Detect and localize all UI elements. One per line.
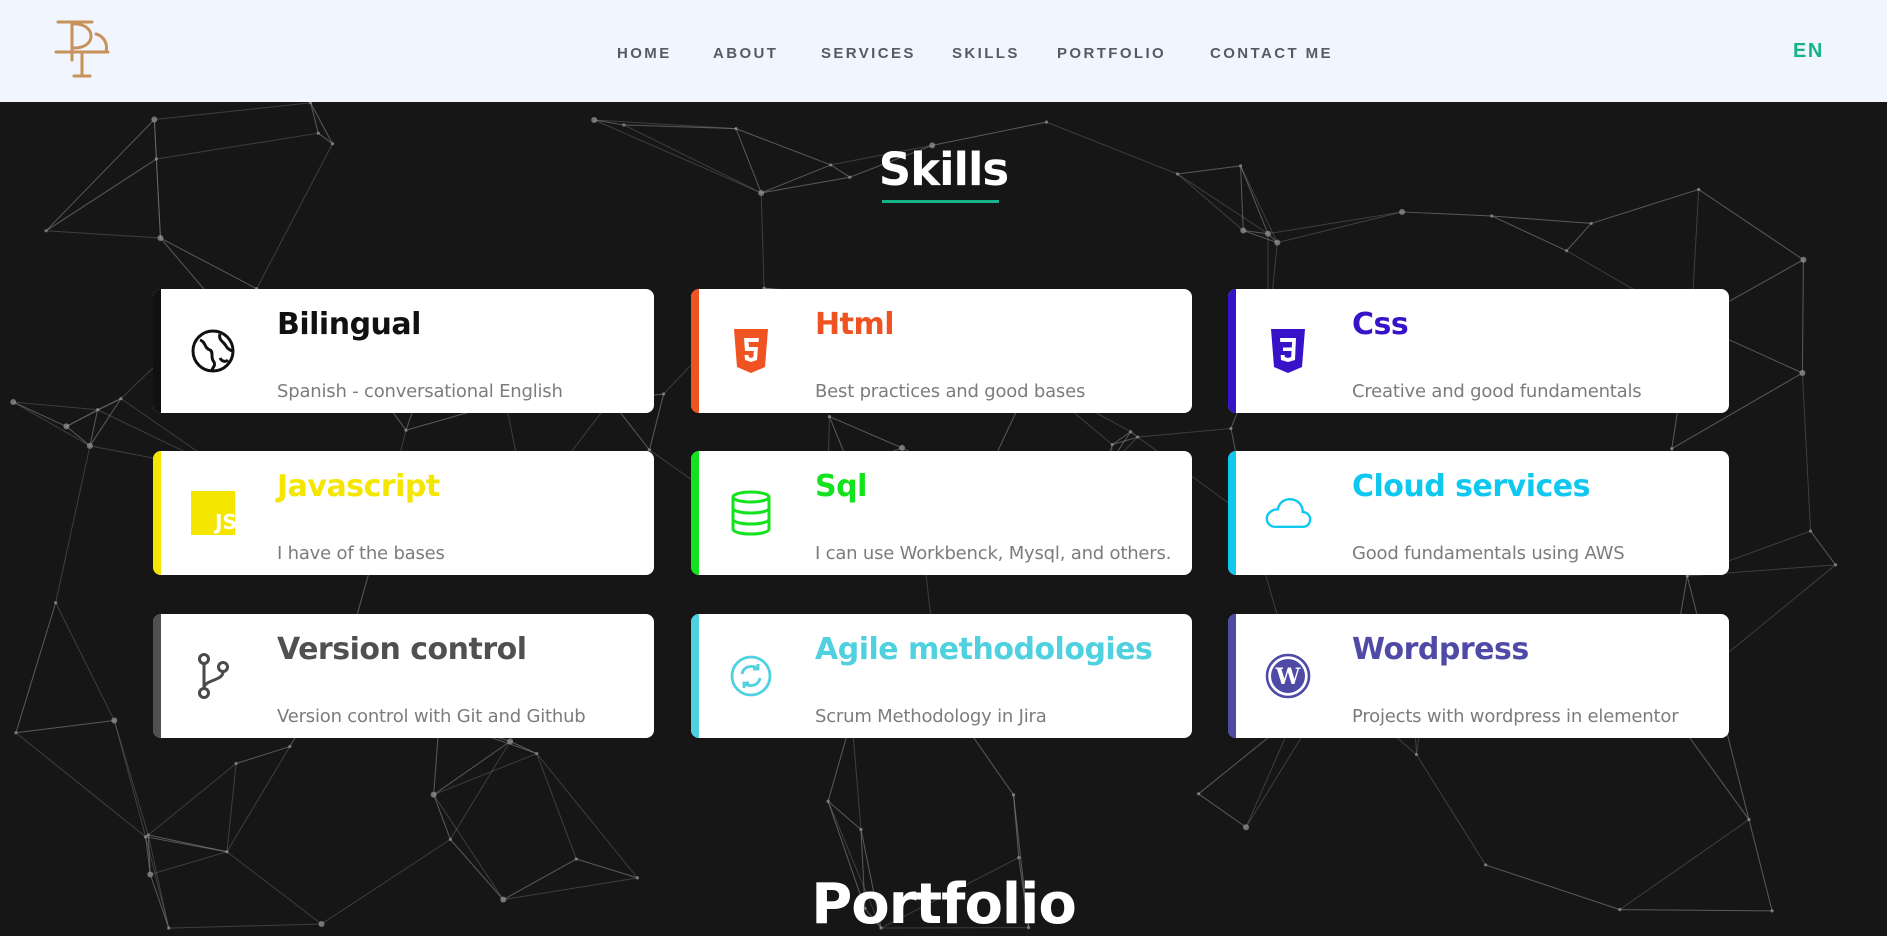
nav-skills[interactable]: SKILLS: [952, 45, 1020, 62]
svg-text:JS: JS: [213, 510, 235, 534]
nav-about[interactable]: ABOUT: [713, 45, 778, 62]
card-description: Creative and good fundamentals: [1352, 381, 1642, 402]
card-title: Javascript: [277, 469, 440, 504]
skill-card-javascript[interactable]: JS Javascript I have of the bases: [153, 451, 654, 575]
card-title: Wordpress: [1352, 632, 1529, 667]
card-title: Agile methodologies: [815, 632, 1153, 667]
card-accent: [153, 451, 161, 575]
card-description: Good fundamentals using AWS: [1352, 543, 1625, 564]
nav-portfolio[interactable]: PORTFOLIO: [1057, 45, 1166, 62]
skill-card-sql[interactable]: Sql I can use Workbenck, Mysql, and othe…: [691, 451, 1192, 575]
nav-services[interactable]: SERVICES: [821, 45, 916, 62]
site-header: HOME ABOUT SERVICES SKILLS PORTFOLIO CON…: [0, 0, 1887, 102]
nav-contact[interactable]: CONTACT ME: [1210, 45, 1333, 62]
git-branch-icon: [189, 652, 237, 700]
main-nav: HOME ABOUT SERVICES SKILLS PORTFOLIO CON…: [0, 0, 1887, 102]
skill-card-cloud[interactable]: Cloud services Good fundamentals using A…: [1228, 451, 1729, 575]
card-accent: [1228, 289, 1236, 413]
globe-icon: [189, 327, 237, 375]
card-accent: [691, 451, 699, 575]
portfolio-title: Portfolio: [811, 872, 1077, 936]
card-description: Projects with wordpress in elementor: [1352, 706, 1679, 727]
sync-icon: [727, 652, 775, 700]
skills-title: Skills: [878, 143, 1009, 196]
card-title: Html: [815, 307, 895, 342]
skill-card-agile[interactable]: Agile methodologies Scrum Methodology in…: [691, 614, 1192, 738]
card-accent: [153, 289, 161, 413]
html5-icon: [727, 327, 775, 375]
card-title: Sql: [815, 469, 867, 504]
skill-card-css[interactable]: Css Creative and good fundamentals: [1228, 289, 1729, 413]
skill-card-html[interactable]: Html Best practices and good bases: [691, 289, 1192, 413]
language-switcher[interactable]: EN: [1793, 40, 1824, 63]
card-accent: [691, 614, 699, 738]
nav-home[interactable]: HOME: [617, 45, 672, 62]
skill-card-bilingual[interactable]: Bilingual Spanish - conversational Engli…: [153, 289, 654, 413]
database-icon: [727, 489, 775, 537]
card-title: Cloud services: [1352, 469, 1591, 504]
svg-text:W: W: [1275, 664, 1301, 690]
card-description: I can use Workbenck, Mysql, and others.: [815, 543, 1172, 564]
skill-card-version-control[interactable]: Version control Version control with Git…: [153, 614, 654, 738]
card-accent: [691, 289, 699, 413]
skill-card-wordpress[interactable]: W Wordpress Projects with wordpress in e…: [1228, 614, 1729, 738]
card-description: I have of the bases: [277, 543, 445, 564]
card-accent: [1228, 614, 1236, 738]
card-title: Bilingual: [277, 307, 421, 342]
card-description: Version control with Git and Github: [277, 706, 586, 727]
wordpress-icon: W: [1264, 652, 1312, 700]
css3-icon: [1264, 327, 1312, 375]
title-underline: [882, 200, 999, 203]
card-accent: [1228, 451, 1236, 575]
card-title: Version control: [277, 632, 527, 667]
card-title: Css: [1352, 307, 1409, 342]
javascript-icon: JS: [189, 489, 237, 537]
card-description: Scrum Methodology in Jira: [815, 706, 1047, 727]
card-accent: [153, 614, 161, 738]
cloud-icon: [1264, 489, 1312, 537]
card-description: Best practices and good bases: [815, 381, 1086, 402]
card-description: Spanish - conversational English: [277, 381, 563, 402]
